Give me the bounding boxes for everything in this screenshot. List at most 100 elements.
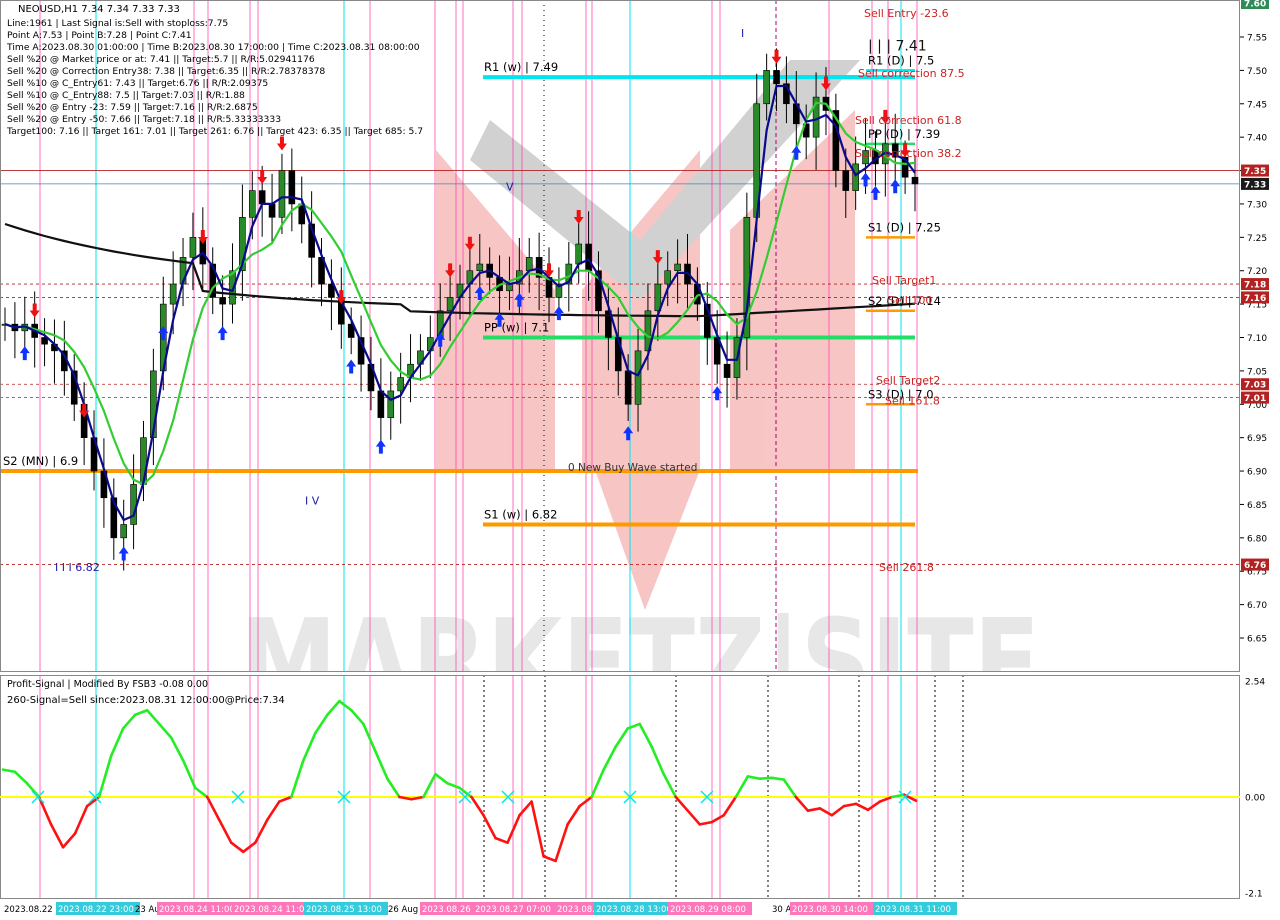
pivot-level-label: R1 (w) | 7.49 [484,60,558,74]
price-axis: 7.557.507.457.407.357.307.257.207.157.10… [1240,34,1267,645]
candle-body [268,203,276,218]
indicator-tick-label: 2.54 [1245,678,1265,688]
time-axis-label: 2023.08.22 23:00 [58,905,134,915]
time-axis-label: 2023.08.28 13:00 [596,905,672,915]
y-tick-label: 6.95 [1247,434,1267,444]
y-tick-label: 7.55 [1247,34,1267,44]
price-tags: 7.60 7.35 7.33 7.18 7.16 7.03 7.01 6.76 [1241,0,1269,571]
time-axis-label: 2023.08.31 11:00 [875,905,951,915]
chart-annotation: Sell correction 38.2 [855,147,962,160]
candle-body [446,297,454,312]
candle-body [763,70,770,105]
time-axis-label: 2023.08.25 13:00 [306,905,382,915]
candle-body [169,283,177,305]
y-tick-label: 6.90 [1247,468,1267,478]
chart-annotation: I [741,27,744,40]
indicator-segment [770,776,786,781]
price-tag-label: 7.03 [1244,381,1266,391]
y-tick-label: 7.45 [1247,100,1267,110]
price-tag-label: 7.60 [1244,0,1266,10]
candle-body [723,363,731,378]
info-line: Time A:2023.08.30 01:00:00 | Time B:2023… [6,42,420,53]
info-line: Sell %20 @ Correction Entry38: 7.38 || T… [7,66,325,77]
time-axis-label: 2023.08.29 08:00 [670,905,746,915]
symbol-header: NEOUSD,H1 7.34 7.34 7.33 7.33 [18,4,180,15]
indicator-axis: 2.54 0.00 -2.1 [1245,678,1265,900]
time-axis-label: 2023.08.24 11:00 [234,905,310,915]
candle-body [248,190,256,218]
info-line: Target100: 7.16 || Target 161: 7.01 || T… [6,126,423,137]
y-tick-label: 6.80 [1247,534,1267,544]
candle-body [525,257,533,272]
chart-annotation: Sell correction 61.8 [855,114,962,127]
candle-body [130,484,137,525]
pivot-level-label: PP (D) | 7.39 [868,127,940,141]
info-line: Sell %10 @ C_Entry61: 7.43 || Target:6.7… [7,78,268,89]
price-tag-label: 7.33 [1244,180,1266,190]
candle-body [278,170,286,218]
candle-body [476,263,484,272]
pivot-level-label: S2 (MN) | 6.9 [3,454,78,468]
info-line: Line:1961 | Last Signal is:Sell with sto… [7,18,228,29]
candle-body [664,270,672,285]
time-axis-label: 2023.08.24 11:00 [159,905,235,915]
chart-annotation: Sell Entry -23.6 [864,7,949,20]
info-line: Sell %20 @ Market price or at: 7.41 || T… [7,54,315,65]
candle-body [911,176,919,185]
time-axis-label: 2023.08.27 07:00 [475,905,551,915]
chart-canvas: MARKETZ|SITE R1 (w) | 7.49PP (w) | 7.1S1… [0,0,1269,915]
price-tag-label: 7.01 [1244,394,1266,404]
candle-body [377,390,385,418]
price-tag-label: 7.16 [1244,294,1266,304]
pivot-level-label: PP (w) | 7.1 [484,321,549,335]
chart-annotation: | | | 7.41 [868,38,927,54]
candle-body [773,70,780,85]
y-tick-label: 7.50 [1247,67,1267,77]
y-tick-label: 7.25 [1247,234,1267,244]
candle-body [189,237,197,258]
pivot-level-label: S1 (D) | 7.25 [868,220,941,234]
candle-body [852,163,859,191]
indicator-tick-label: -2.1 [1245,889,1263,899]
price-tag-label: 7.35 [1244,167,1266,177]
candle-body [575,243,582,265]
y-tick-label: 7.40 [1247,134,1267,144]
chart-annotation: V [506,181,514,194]
info-line: Sell %20 @ Entry -50: 7.66 || Target:7.1… [7,114,281,125]
chart-annotation: Sell Target1 [872,274,936,287]
time-axis: 2023.08.22 06:002023.08.22 23:00 23 Aug20… [4,902,957,915]
y-tick-label: 7.05 [1247,367,1267,377]
candle-body [674,263,681,272]
y-tick-label: 6.85 [1247,501,1267,511]
price-tag-label: 6.76 [1244,561,1266,571]
chart-root: MARKETZ|SITE R1 (w) | 7.49 PP (w) | 7.1 S1… [0,0,1280,920]
pivot-level-label: S1 (w) | 6.82 [484,507,557,521]
y-tick-label: 6.70 [1247,601,1267,611]
chart-annotation: Sell Target2 [876,374,940,387]
indicator-subtitle: 260-Signal=Sell since:2023.08.31 12:00:0… [7,695,285,706]
pivot-level-label: R1 (D) | 7.5 [868,53,934,67]
time-axis-label: 26 Aug [388,905,418,915]
candle-body [120,524,127,539]
info-line: Point A:7.53 | Point B:7.28 | Point C:7.… [7,30,192,41]
candle-body [219,297,226,305]
y-tick-label: 6.65 [1247,635,1267,645]
indicator-title: Profit-Signal | Modified By FSB3 -0.08 0… [7,679,208,690]
info-line: Sell %20 @ Entry -23: 7.59 || Target:7.1… [7,102,258,113]
indicator-tick-label: 0.00 [1245,794,1265,804]
candle-body [397,377,404,392]
chart-annotation: 0 New Buy Wave started [568,462,697,474]
chart-annotation: Sell 161.8 [885,394,940,407]
candle-body [288,170,296,205]
chart-annotation: Sell 100 [888,294,932,307]
indicator-pane-bg [0,675,1240,899]
indicator-segment [758,776,774,781]
candle-body [258,190,266,205]
chart-annotation: I V [305,494,320,507]
chart-annotation: Sell correction 87.5 [858,67,965,80]
candle-body [624,370,632,405]
candle-body [585,243,592,272]
chart-annotation: Sell 261.8 [879,561,934,574]
y-tick-label: 7.20 [1247,267,1267,277]
candle-body [634,350,642,405]
